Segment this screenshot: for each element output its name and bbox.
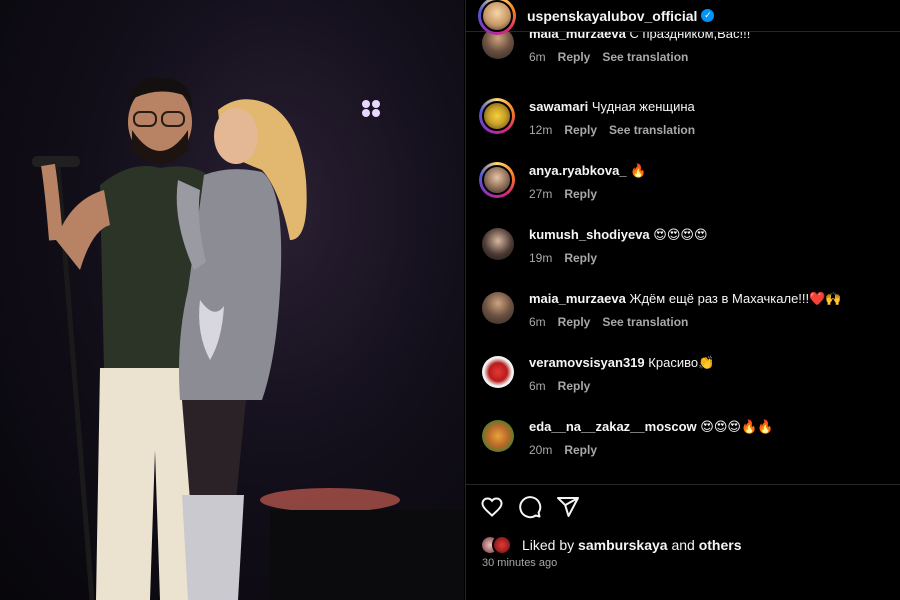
comment-username[interactable]: maia_murzaeva bbox=[529, 32, 626, 41]
comment-time: 12m bbox=[529, 123, 553, 137]
comment-item: maia_murzaeva Ждём ещё раз в Махачкале!!… bbox=[479, 290, 842, 329]
post-actions: Liked by samburskaya and others 30 minut… bbox=[466, 484, 900, 594]
comment-text: 😍😍😍🔥🔥 bbox=[700, 419, 774, 434]
commenter-avatar[interactable] bbox=[479, 162, 515, 198]
liked-by-others[interactable]: others bbox=[699, 537, 742, 553]
comment-item: veramovsisyan319 Красиво👏 6m Reply bbox=[479, 354, 714, 393]
share-icon[interactable] bbox=[556, 495, 580, 519]
comment-item: kumush_shodiyeva 😍😍😍😍 19m Reply bbox=[479, 226, 708, 265]
see-translation-button[interactable]: See translation bbox=[609, 123, 695, 137]
comment-username[interactable]: eda__na__zakaz__moscow bbox=[529, 419, 697, 434]
comment-text: С праздником,Вас!!! bbox=[629, 32, 751, 41]
post-photo[interactable] bbox=[0, 0, 464, 600]
comment-time: 6m bbox=[529, 50, 546, 64]
liked-by-and: and bbox=[671, 537, 695, 553]
comment-item: sawamari Чудная женщина 12m Reply See tr… bbox=[479, 98, 695, 137]
comment-text: Красиво👏 bbox=[648, 355, 715, 370]
comment-time: 27m bbox=[529, 187, 553, 201]
see-translation-button[interactable]: See translation bbox=[602, 50, 688, 64]
liked-by-prefix: Liked by bbox=[522, 537, 575, 553]
commenter-avatar[interactable] bbox=[482, 420, 514, 452]
comment-username[interactable]: kumush_shodiyeva bbox=[529, 227, 650, 242]
comment-text: 🔥 bbox=[630, 163, 647, 178]
reply-button[interactable]: Reply bbox=[558, 379, 591, 393]
comment-item: eda__na__zakaz__moscow 😍😍😍🔥🔥 20m Reply bbox=[479, 418, 773, 457]
reply-button[interactable]: Reply bbox=[564, 251, 597, 265]
comment-username[interactable]: anya.ryabkova_ bbox=[529, 163, 627, 178]
action-icons-row bbox=[480, 495, 580, 519]
post-timestamp: 30 minutes ago bbox=[482, 557, 558, 569]
likes-summary[interactable]: Liked by samburskaya and others bbox=[480, 535, 742, 555]
comment-item: maia_murzaeva С праздником,Вас!!! 6m Rep… bbox=[479, 32, 750, 64]
comments-panel: uspenskayalubov_official ✓ maia_murzaeva… bbox=[465, 0, 900, 600]
comment-username[interactable]: veramovsisyan319 bbox=[529, 355, 645, 370]
see-translation-button[interactable]: See translation bbox=[602, 315, 688, 329]
comment-text: Ждём ещё раз в Махачкале!!!❤️🙌 bbox=[629, 291, 842, 306]
comment-time: 19m bbox=[529, 251, 553, 265]
comment-time: 20m bbox=[529, 443, 553, 457]
liker-avatars bbox=[480, 535, 516, 555]
heart-icon[interactable] bbox=[480, 495, 504, 519]
reply-button[interactable]: Reply bbox=[558, 315, 591, 329]
comment-text: Чудная женщина bbox=[591, 99, 695, 114]
comments-list[interactable]: maia_murzaeva С праздником,Вас!!! 6m Rep… bbox=[466, 32, 900, 472]
commenter-avatar[interactable] bbox=[482, 292, 514, 324]
liked-by-user[interactable]: samburskaya bbox=[578, 537, 668, 553]
author-avatar[interactable] bbox=[478, 0, 516, 35]
commenter-avatar[interactable] bbox=[482, 356, 514, 388]
reply-button[interactable]: Reply bbox=[564, 443, 597, 457]
comment-time: 6m bbox=[529, 315, 546, 329]
concert-photo-illustration bbox=[32, 77, 464, 600]
author-username[interactable]: uspenskayalubov_official bbox=[527, 8, 697, 24]
commenter-avatar[interactable] bbox=[482, 228, 514, 260]
comment-username[interactable]: maia_murzaeva bbox=[529, 291, 626, 306]
reply-button[interactable]: Reply bbox=[558, 50, 591, 64]
comment-text: 😍😍😍😍 bbox=[653, 227, 708, 242]
commenter-avatar[interactable] bbox=[479, 98, 515, 134]
commenter-avatar[interactable] bbox=[482, 32, 514, 59]
post-header: uspenskayalubov_official ✓ bbox=[466, 0, 900, 35]
comment-username[interactable]: sawamari bbox=[529, 99, 588, 114]
verified-badge-icon: ✓ bbox=[701, 9, 715, 22]
reply-button[interactable]: Reply bbox=[564, 187, 597, 201]
comment-icon[interactable] bbox=[518, 495, 542, 519]
comment-item: anya.ryabkova_ 🔥 27m Reply bbox=[479, 162, 646, 201]
comment-time: 6m bbox=[529, 379, 546, 393]
reply-button[interactable]: Reply bbox=[564, 123, 597, 137]
